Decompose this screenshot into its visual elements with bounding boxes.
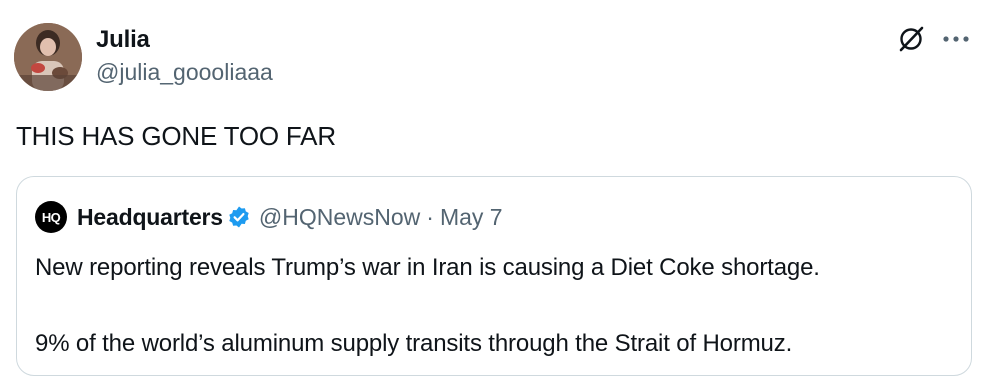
quote-paragraph: 9% of the world’s aluminum supply transi… <box>35 330 793 357</box>
post-top-actions <box>896 24 970 54</box>
verified-badge-icon <box>227 205 251 229</box>
quote-paragraph: New reporting reveals Trump’s war in Ira… <box>35 254 820 281</box>
grok-slash-icon[interactable] <box>896 24 926 54</box>
hq-logo-icon[interactable]: HQ <box>35 201 67 233</box>
author-display-name[interactable]: Julia <box>96 26 273 54</box>
avatar[interactable] <box>14 23 82 91</box>
more-horizontal-icon[interactable] <box>942 34 970 44</box>
author-info: Julia @julia_goooliaaa <box>96 26 273 87</box>
post-text: THIS HAS GONE TOO FAR <box>16 121 336 151</box>
quote-header: HQ Headquarters @HQNewsNow · May 7 <box>35 201 503 233</box>
hq-logo-text: HQ <box>41 209 61 225</box>
meta-separator: · <box>426 203 434 230</box>
quote-card[interactable]: HQ Headquarters @HQNewsNow · May 7 New r… <box>16 176 972 376</box>
quote-body: New reporting reveals Trump’s war in Ira… <box>35 249 820 363</box>
quote-date[interactable]: May 7 <box>440 204 503 231</box>
author-handle[interactable]: @julia_goooliaaa <box>96 57 273 87</box>
quote-author-handle[interactable]: @HQNewsNow <box>259 204 420 231</box>
quote-author-name[interactable]: Headquarters <box>77 204 223 231</box>
post: Julia @julia_goooliaaa THIS HAS GONE TOO… <box>0 0 990 376</box>
avatar-photo <box>14 23 82 91</box>
